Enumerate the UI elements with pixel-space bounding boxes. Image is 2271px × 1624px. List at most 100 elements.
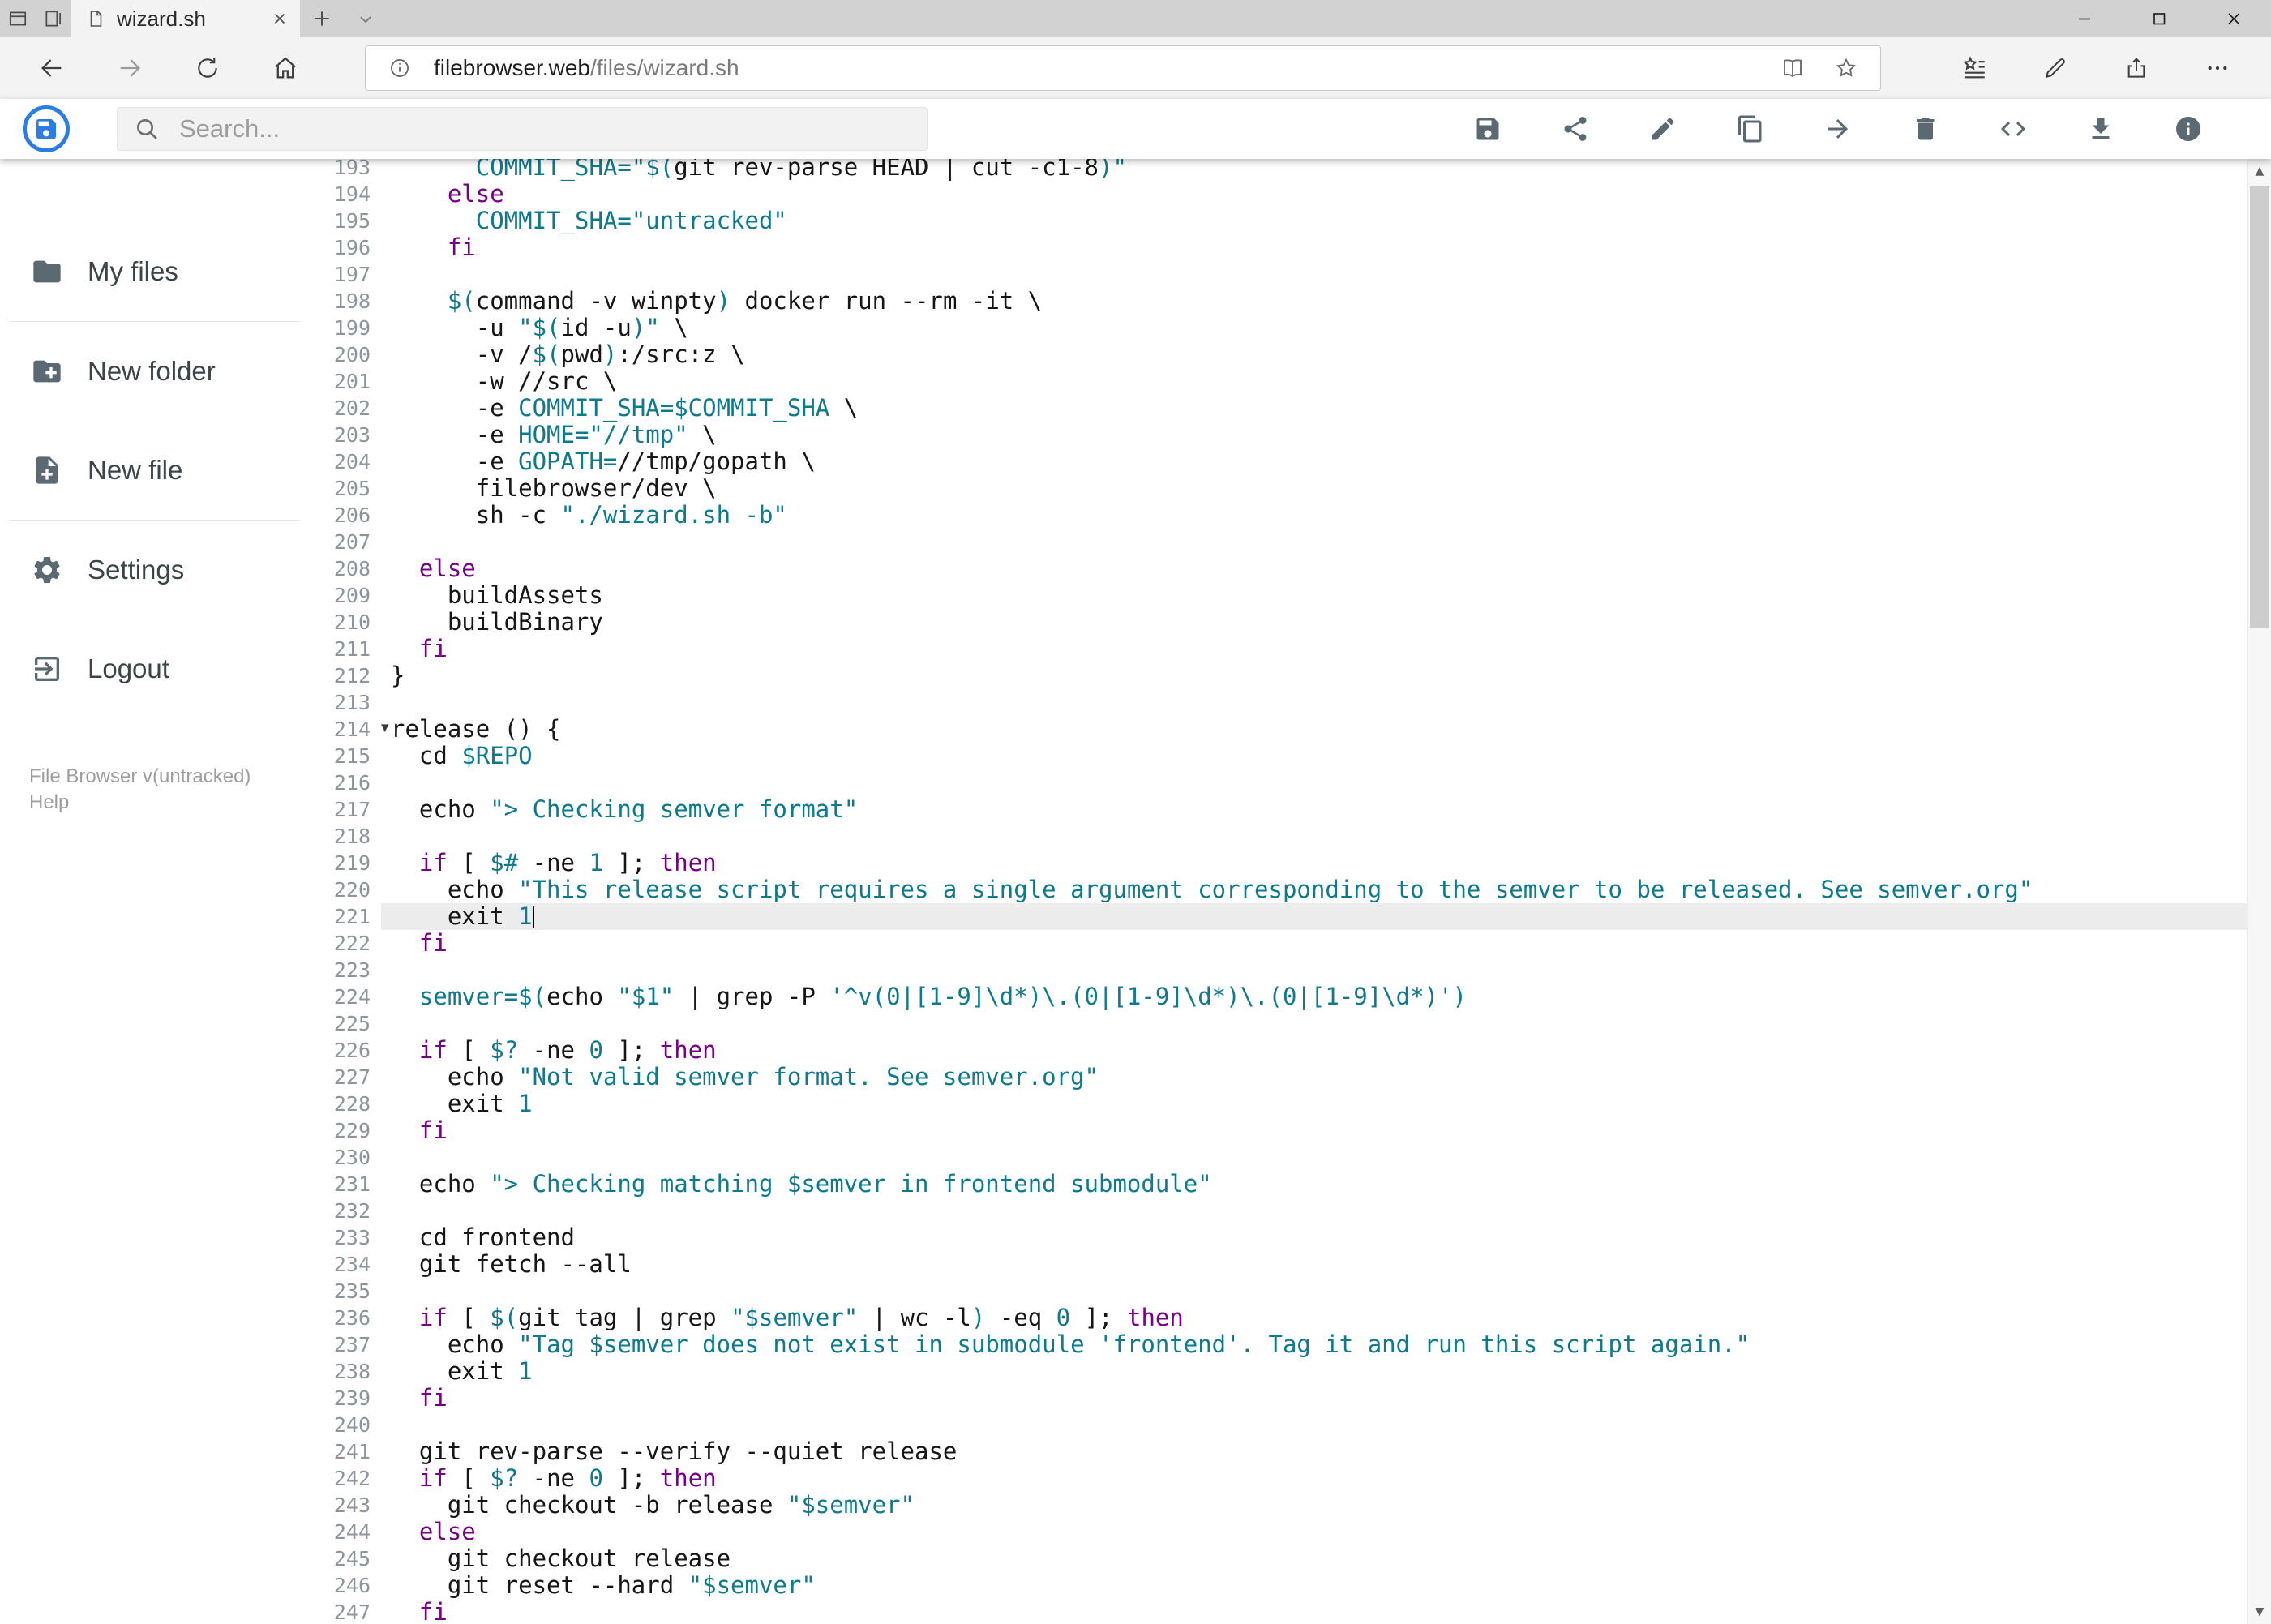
code-editor[interactable]: 193 COMMIT_SHA="$(git rev-parse HEAD | c… bbox=[332, 154, 2247, 1624]
code-line[interactable]: 231 echo "> Checking matching $semver in… bbox=[332, 1171, 2247, 1198]
help-link[interactable]: Help bbox=[29, 790, 251, 816]
minimize-button[interactable] bbox=[2047, 0, 2122, 37]
code-line[interactable]: 216 bbox=[332, 769, 2247, 796]
code-line[interactable]: 214 ▾ release () { bbox=[332, 716, 2247, 743]
code-line[interactable]: 199 -u "$(id -u)" \ bbox=[332, 315, 2247, 341]
code-line[interactable]: 226 if [ $? -ne 0 ]; then bbox=[332, 1037, 2247, 1064]
code-line[interactable]: 224 semver=$(echo "$1" | grep -P '^v(0|[… bbox=[332, 983, 2247, 1010]
scrollbar-thumb[interactable] bbox=[2250, 186, 2269, 628]
new-tab-icon[interactable] bbox=[300, 0, 344, 37]
code-line[interactable]: 233 cd frontend bbox=[332, 1224, 2247, 1251]
code-line[interactable]: 207 bbox=[332, 529, 2247, 555]
refresh-icon[interactable] bbox=[169, 42, 246, 94]
scroll-down-icon[interactable]: ▼ bbox=[2248, 1600, 2271, 1624]
code-line[interactable]: 202 -e COMMIT_SHA=$COMMIT_SHA \ bbox=[332, 395, 2247, 422]
code-line[interactable]: 235 bbox=[332, 1278, 2247, 1305]
code-line[interactable]: 218 bbox=[332, 823, 2247, 850]
move-button[interactable] bbox=[1809, 100, 1867, 158]
sidebar-item-new-file[interactable]: New file bbox=[0, 421, 332, 520]
code-line[interactable]: 227 echo "Not valid semver format. See s… bbox=[332, 1064, 2247, 1091]
code-line[interactable]: 223 bbox=[332, 957, 2247, 983]
fold-arrow-icon[interactable]: ▾ bbox=[381, 714, 399, 741]
delete-button[interactable] bbox=[1896, 100, 1955, 158]
code-line[interactable]: 200 -v /$(pwd):/src:z \ bbox=[332, 341, 2247, 368]
code-line[interactable]: 244 else bbox=[332, 1519, 2247, 1545]
home-icon[interactable] bbox=[246, 42, 324, 94]
rename-button[interactable] bbox=[1634, 100, 1692, 158]
back-icon[interactable] bbox=[13, 42, 91, 94]
code-line[interactable]: 225 bbox=[332, 1010, 2247, 1037]
code-line[interactable]: 205 filebrowser/dev \ bbox=[332, 475, 2247, 502]
code-line[interactable]: 197 bbox=[332, 261, 2247, 288]
sidebar-item-new-folder[interactable]: New folder bbox=[0, 322, 332, 421]
code-line[interactable]: 222 fi bbox=[332, 930, 2247, 957]
code-line[interactable]: 242 if [ $? -ne 0 ]; then bbox=[332, 1465, 2247, 1492]
line-number: 217 bbox=[333, 798, 371, 821]
code-line[interactable]: 210 buildBinary bbox=[332, 609, 2247, 636]
url-field[interactable]: filebrowser.web/files/wizard.sh bbox=[365, 45, 1881, 91]
code-line[interactable]: 206 sh -c "./wizard.sh -b" bbox=[332, 502, 2247, 529]
code-line[interactable]: 234 git fetch --all bbox=[332, 1251, 2247, 1278]
share-icon[interactable] bbox=[2096, 42, 2177, 94]
search-input[interactable]: Search... bbox=[117, 107, 928, 151]
code-line[interactable]: 209 buildAssets bbox=[332, 582, 2247, 609]
code-line[interactable]: 208 else bbox=[332, 555, 2247, 582]
tab-preview-icon[interactable] bbox=[0, 0, 36, 37]
line-number: 209 bbox=[333, 584, 371, 607]
favorite-star-icon[interactable] bbox=[1827, 49, 1866, 88]
code-line[interactable]: 239 fi bbox=[332, 1385, 2247, 1412]
code-line[interactable]: 217 echo "> Checking semver format" bbox=[332, 796, 2247, 823]
forward-icon[interactable] bbox=[91, 42, 169, 94]
favorites-hub-icon[interactable] bbox=[1934, 42, 2015, 94]
site-info-icon[interactable] bbox=[380, 49, 419, 88]
code-line[interactable]: 211 fi bbox=[332, 636, 2247, 662]
sidebar-item-my-files[interactable]: My files bbox=[0, 222, 332, 321]
sidebar: My files New folder New file Settings Lo… bbox=[0, 159, 332, 1624]
code-line[interactable]: 230 bbox=[332, 1144, 2247, 1171]
info-button[interactable] bbox=[2159, 100, 2217, 158]
code-line[interactable]: 221 exit 1 bbox=[332, 903, 2247, 930]
sidebar-item-settings[interactable]: Settings bbox=[0, 521, 332, 619]
code-line[interactable]: 237 echo "Tag $semver does not exist in … bbox=[332, 1331, 2247, 1358]
code-line[interactable]: 238 exit 1 bbox=[332, 1358, 2247, 1385]
save-button[interactable] bbox=[1459, 100, 1517, 158]
code-line[interactable]: 241 git rev-parse --verify --quiet relea… bbox=[332, 1438, 2247, 1465]
more-options-icon[interactable] bbox=[2177, 42, 2258, 94]
code-line[interactable]: 228 exit 1 bbox=[332, 1091, 2247, 1117]
code-line[interactable]: 220 echo "This release script requires a… bbox=[332, 876, 2247, 903]
code-line[interactable]: 213 bbox=[332, 689, 2247, 716]
code-line[interactable]: 247 fi bbox=[332, 1599, 2247, 1624]
scrollbar[interactable]: ▲ ▼ bbox=[2247, 159, 2271, 1624]
code-line[interactable]: 215 cd $REPO bbox=[332, 743, 2247, 769]
annotate-pen-icon[interactable] bbox=[2015, 42, 2096, 94]
set-tabs-aside-icon[interactable] bbox=[36, 0, 71, 37]
code-line[interactable]: 195 COMMIT_SHA="untracked" bbox=[332, 208, 2247, 234]
code-view-button[interactable] bbox=[1984, 100, 2042, 158]
code-line[interactable]: 196 fi bbox=[332, 234, 2247, 261]
code-line[interactable]: 245 git checkout release bbox=[332, 1545, 2247, 1572]
code-line[interactable]: 240 bbox=[332, 1412, 2247, 1438]
download-button[interactable] bbox=[2072, 100, 2130, 158]
sidebar-item-logout[interactable]: Logout bbox=[0, 619, 332, 718]
scroll-up-icon[interactable]: ▲ bbox=[2248, 159, 2271, 183]
code-line[interactable]: 194 else bbox=[332, 181, 2247, 208]
tab-close-icon[interactable] bbox=[271, 10, 289, 28]
code-line[interactable]: 232 bbox=[332, 1198, 2247, 1224]
maximize-button[interactable] bbox=[2122, 0, 2196, 37]
copy-button[interactable] bbox=[1721, 100, 1780, 158]
reading-view-icon[interactable] bbox=[1773, 49, 1812, 88]
code-line[interactable]: 204 -e GOPATH=//tmp/gopath \ bbox=[332, 448, 2247, 475]
code-line[interactable]: 243 git checkout -b release "$semver" bbox=[332, 1492, 2247, 1519]
share-file-button[interactable] bbox=[1546, 100, 1605, 158]
code-line[interactable]: 203 -e HOME="//tmp" \ bbox=[332, 422, 2247, 448]
code-line[interactable]: 201 -w //src \ bbox=[332, 368, 2247, 395]
code-line[interactable]: 246 git reset --hard "$semver" bbox=[332, 1572, 2247, 1599]
code-line[interactable]: 229 fi bbox=[332, 1117, 2247, 1144]
chevron-down-icon[interactable] bbox=[344, 0, 388, 37]
code-line[interactable]: 198 $(command -v winpty) docker run --rm… bbox=[332, 288, 2247, 315]
code-line[interactable]: 212} bbox=[332, 662, 2247, 689]
code-line[interactable]: 236 if [ $(git tag | grep "$semver" | wc… bbox=[332, 1305, 2247, 1331]
browser-tab[interactable]: wizard.sh bbox=[71, 0, 300, 37]
close-button[interactable] bbox=[2196, 0, 2271, 37]
code-line[interactable]: 219 if [ $# -ne 1 ]; then bbox=[332, 850, 2247, 876]
